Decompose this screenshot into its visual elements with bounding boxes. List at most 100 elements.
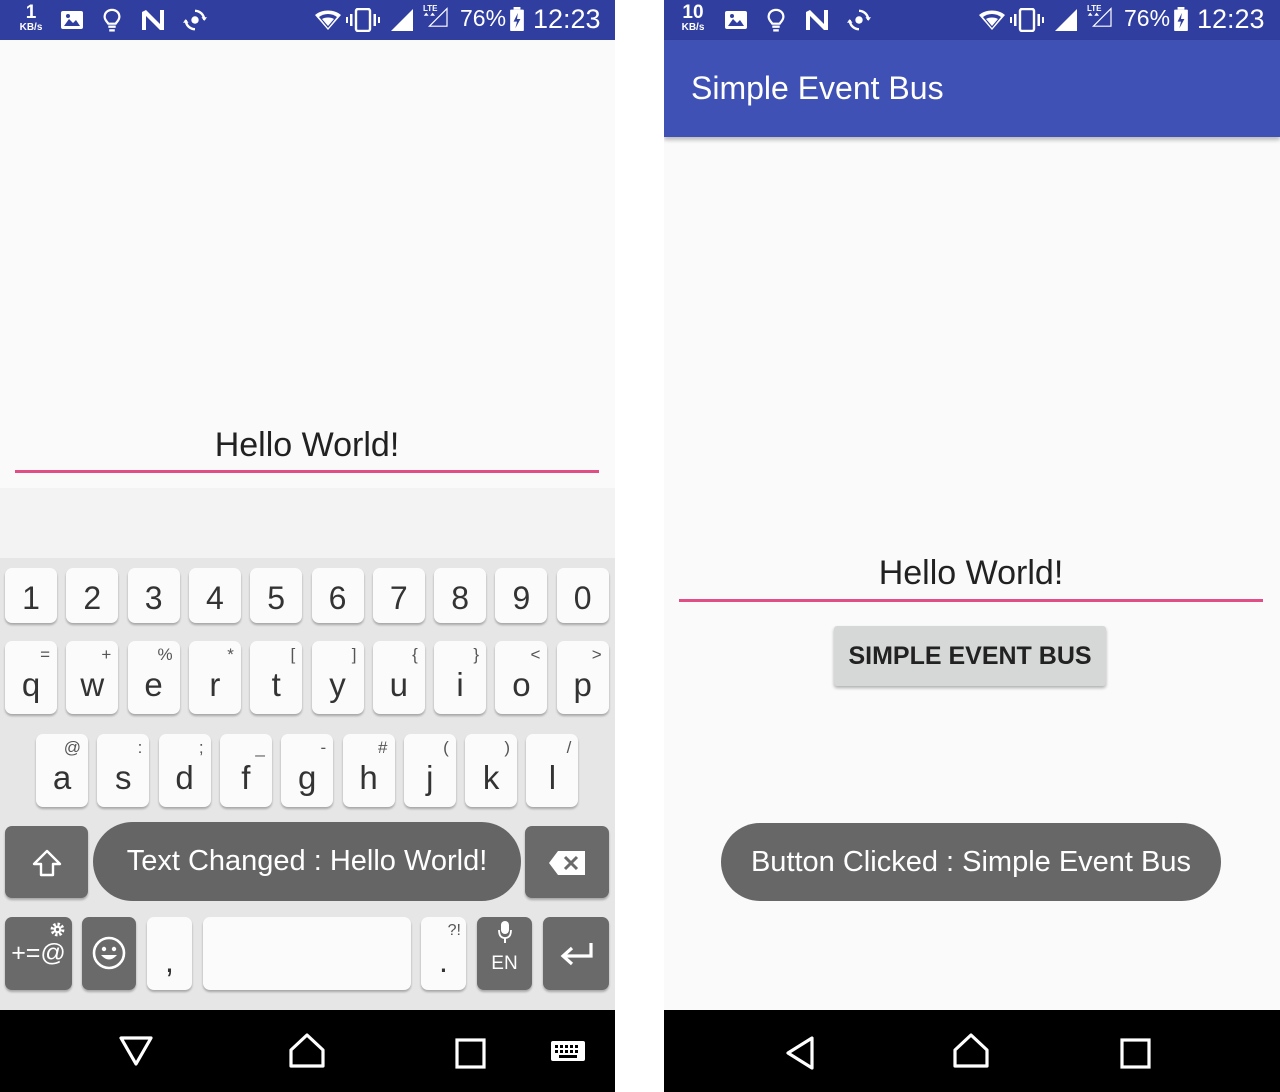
clock: 12:23 (1197, 4, 1265, 34)
key-hint: } (473, 645, 480, 664)
key-t[interactable]: [t (250, 641, 303, 714)
key-k[interactable]: ) k (465, 734, 518, 807)
key-label: p (573, 666, 592, 703)
back-hide-keyboard-icon[interactable] (118, 1034, 154, 1068)
simple-event-bus-button[interactable]: SIMPLE EVENT BUS (834, 626, 1106, 686)
space-bar[interactable] (203, 917, 411, 990)
key-label: u (389, 666, 408, 703)
key-0[interactable]: 0 (556, 568, 609, 623)
svg-text:LTE: LTE (423, 4, 438, 13)
vibrate-icon (346, 8, 380, 32)
hello-world-edit-text[interactable]: Hello World! (679, 554, 1263, 593)
lte-signal-icon: LTE (1087, 4, 1112, 27)
key-7[interactable]: 7 (372, 568, 425, 623)
key-s[interactable]: :s (97, 734, 150, 807)
key-hint: / (566, 738, 572, 757)
key-o[interactable]: < o (495, 641, 548, 714)
wifi-icon (979, 10, 1005, 30)
emoji-key[interactable] (82, 917, 136, 990)
image-notification-icon (725, 11, 747, 29)
key-label: o (512, 666, 531, 703)
keyboard-switch-icon[interactable] (550, 1040, 586, 1064)
backspace-key[interactable] (525, 826, 609, 898)
key-y[interactable]: ] y (311, 641, 364, 714)
key-h[interactable]: # h (342, 734, 395, 807)
left-phone-screen: 1 KB/s LTE 76% 12:23 Hello World! 1 2 3 … (0, 0, 615, 1092)
key-label: r (209, 666, 221, 703)
sync-settings-icon (183, 9, 207, 31)
enter-key[interactable] (543, 917, 609, 990)
key-label: h (359, 759, 378, 796)
period-key[interactable]: ?! . (421, 917, 466, 990)
key-5[interactable]: 5 (250, 568, 303, 623)
key-hint: % (157, 645, 173, 664)
navigation-bar (0, 1010, 615, 1092)
back-icon[interactable] (784, 1034, 818, 1072)
key-r[interactable]: * r (188, 641, 241, 714)
language-voice-key[interactable]: EN (477, 917, 532, 990)
key-j[interactable]: (j (403, 734, 456, 807)
hello-world-edit-text[interactable]: Hello World! (15, 426, 599, 465)
soft-keyboard: 1234567890 = q + w% e * r[t] y{u} i < o > p @ a: s; d _ f… (0, 558, 615, 1010)
symbols-key[interactable]: +=@ (5, 917, 72, 990)
key-u[interactable]: {u (372, 641, 425, 714)
net-speed-unit: KB/s (19, 22, 43, 33)
key-f[interactable]: _ f (219, 734, 272, 807)
key-4[interactable]: 4 (188, 568, 241, 623)
key-9[interactable]: 9 (495, 568, 548, 623)
comma-key[interactable]: , (147, 917, 192, 990)
key-hint: _ (255, 738, 265, 757)
key-hint: ) (504, 738, 511, 757)
key-hint: @ (63, 738, 81, 757)
key-label: a (52, 759, 72, 796)
key-l[interactable]: / l (526, 734, 579, 807)
key-label: 2 (83, 580, 102, 616)
key-label: f (241, 759, 251, 796)
key-label: i (456, 666, 464, 703)
language-label: EN (491, 953, 518, 974)
shift-key[interactable] (5, 826, 88, 898)
symbols-key-label: +=@ (11, 939, 66, 967)
key-w[interactable]: + w (66, 641, 119, 714)
key-q[interactable]: = q (5, 641, 57, 714)
net-speed-unit: KB/s (681, 22, 705, 33)
vibrate-icon (1010, 8, 1044, 32)
key-g[interactable]: -g (281, 734, 334, 807)
key-e[interactable]: % e (127, 641, 180, 714)
clock: 12:23 (533, 4, 601, 34)
key-8[interactable]: 8 (434, 568, 487, 623)
net-speed-value: 10 (682, 2, 704, 23)
key-hint: [ (290, 645, 296, 664)
key-label: 1 (22, 580, 40, 616)
home-icon[interactable] (288, 1032, 326, 1070)
button-clicked-toast: Button Clicked : Simple Event Bus (721, 823, 1221, 901)
net-speed-value: 1 (25, 2, 37, 23)
edit-text-underline (15, 470, 599, 473)
key-label: s (115, 759, 132, 796)
app-toolbar: Simple Event Bus (664, 40, 1280, 137)
battery-percentage: 76% (460, 5, 507, 31)
key-1[interactable]: 1 (5, 568, 57, 623)
recent-apps-icon[interactable] (455, 1038, 487, 1070)
key-d[interactable]: ; d (158, 734, 211, 807)
status-bar: 1 KB/s LTE 76% 12:23 (0, 0, 615, 40)
signal-strength-icon (1055, 9, 1077, 31)
home-icon[interactable] (952, 1032, 990, 1070)
backspace-icon (549, 851, 585, 875)
key-i[interactable]: } i (434, 641, 487, 714)
keyboard-settings-gear-icon (50, 922, 65, 937)
key-label: 4 (205, 580, 224, 616)
microphone-icon (498, 921, 512, 943)
key-hint: > (591, 645, 602, 664)
key-2[interactable]: 2 (66, 568, 119, 623)
key-a[interactable]: @ a (36, 734, 88, 807)
battery-charging-icon (510, 7, 524, 31)
svg-text:LTE: LTE (1087, 4, 1102, 13)
key-6[interactable]: 6 (311, 568, 364, 623)
key-p[interactable]: > p (556, 641, 609, 714)
key-label: 3 (144, 580, 163, 616)
net-speed-indicator: 10 KB/s (676, 3, 710, 33)
key-label: 5 (267, 580, 286, 616)
recent-apps-icon[interactable] (1120, 1038, 1152, 1070)
key-3[interactable]: 3 (127, 568, 180, 623)
